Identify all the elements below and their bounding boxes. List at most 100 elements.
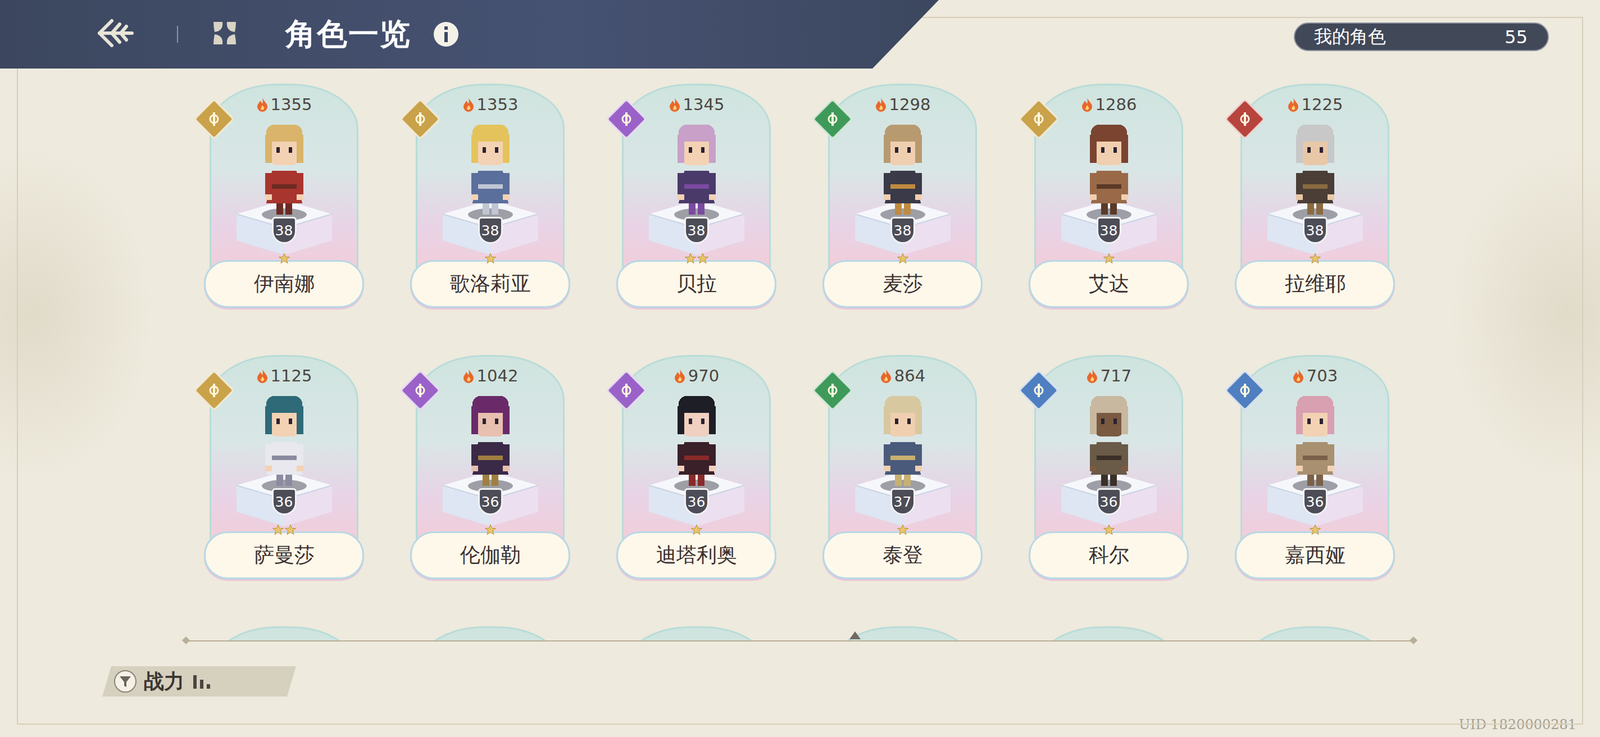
sort-button[interactable]: 战力 xyxy=(102,666,297,697)
title-bar: 角色一览 xyxy=(0,0,939,69)
list-divider xyxy=(186,640,1413,642)
level-value: 37 xyxy=(893,493,912,511)
power-value: 970 xyxy=(688,366,720,386)
power-rating: 1355 xyxy=(256,93,313,116)
character-card[interactable]: 1345 38 贝拉 xyxy=(616,83,777,308)
flame-icon xyxy=(673,368,686,384)
power-rating: 1298 xyxy=(874,93,931,116)
sort-label: 战力 xyxy=(143,667,185,696)
level-value: 36 xyxy=(275,493,294,511)
name-plate: 歌洛莉亚 xyxy=(410,260,571,308)
character-frame: 970 36 xyxy=(621,355,771,547)
character-card[interactable]: 1125 36 萨曼莎 xyxy=(203,355,365,580)
element-icon xyxy=(1031,383,1047,398)
character-card[interactable] xyxy=(1234,626,1395,641)
character-card[interactable] xyxy=(616,626,777,641)
info-button[interactable] xyxy=(432,20,460,48)
flame-icon xyxy=(874,97,888,112)
character-sprite: 36 xyxy=(629,387,765,528)
power-value: 1286 xyxy=(1095,94,1138,115)
name-plate: 嘉西娅 xyxy=(1234,531,1395,580)
character-name: 贝拉 xyxy=(676,270,717,298)
power-rating: 703 xyxy=(1292,364,1338,388)
power-value: 703 xyxy=(1306,366,1338,386)
star-rating xyxy=(1242,252,1388,265)
power-rating: 1353 xyxy=(462,93,519,116)
character-card[interactable] xyxy=(203,626,365,641)
character-sprite: 37 xyxy=(835,387,971,528)
character-name: 伊南娜 xyxy=(253,270,315,298)
power-rating: 970 xyxy=(673,364,720,388)
level-value: 38 xyxy=(1100,222,1118,239)
level-value: 38 xyxy=(1306,222,1325,239)
character-name: 歌洛莉亚 xyxy=(450,270,531,298)
element-icon xyxy=(206,383,222,398)
name-plate: 艾达 xyxy=(1028,260,1189,308)
character-grid: 135538伊南娜135338歌洛莉亚134538贝拉129838麦莎12863… xyxy=(203,83,1600,641)
menu-button[interactable] xyxy=(211,19,239,49)
character-card[interactable] xyxy=(822,626,983,641)
level-badge: 38 xyxy=(684,216,709,244)
power-value: 1355 xyxy=(270,94,313,115)
element-icon xyxy=(619,111,634,127)
character-frame xyxy=(209,626,359,641)
character-sprite: 38 xyxy=(1247,115,1383,257)
level-badge: 38 xyxy=(1302,216,1328,244)
character-card[interactable] xyxy=(1028,626,1189,641)
level-value: 36 xyxy=(687,493,706,511)
level-badge: 36 xyxy=(271,488,297,516)
power-value: 1225 xyxy=(1301,94,1344,115)
character-card[interactable]: 97036迪塔利奥 xyxy=(616,355,777,580)
character-card[interactable] xyxy=(410,626,571,641)
character-name: 麦莎 xyxy=(882,270,924,298)
character-card[interactable]: 135538伊南娜 xyxy=(203,83,365,308)
character-frame: 104236 xyxy=(415,355,565,547)
character-sprite: 36 xyxy=(216,387,352,528)
power-value: 1125 xyxy=(270,366,313,386)
character-frame xyxy=(415,626,565,641)
star-rating xyxy=(1035,252,1182,265)
menu-grid-icon xyxy=(211,19,239,47)
name-plate: 科尔 xyxy=(1028,531,1189,580)
character-name: 拉维耶 xyxy=(1284,270,1346,298)
star-rating xyxy=(211,252,357,265)
flame-icon xyxy=(668,97,681,112)
back-button[interactable] xyxy=(94,16,136,53)
level-value: 38 xyxy=(687,222,706,239)
character-frame: 1225 38 xyxy=(1240,83,1390,275)
character-frame: 703 36 xyxy=(1240,355,1390,547)
info-icon xyxy=(432,20,460,48)
character-card[interactable]: 71736科尔 xyxy=(1028,355,1189,580)
filter-icon xyxy=(113,669,138,694)
star-rating xyxy=(623,524,770,536)
power-rating: 1345 xyxy=(668,93,725,116)
flame-icon xyxy=(1287,97,1300,112)
level-badge: 37 xyxy=(890,488,916,516)
character-sprite: 36 xyxy=(1041,387,1177,528)
power-value: 717 xyxy=(1100,366,1132,386)
flame-icon xyxy=(1085,368,1099,384)
level-value: 36 xyxy=(1306,493,1325,511)
character-frame: 135538 xyxy=(209,83,359,275)
name-plate: 拉维耶 xyxy=(1234,260,1395,308)
level-value: 38 xyxy=(893,222,912,239)
scroll-marker xyxy=(849,631,861,640)
character-card[interactable]: 703 36 嘉西娅 xyxy=(1234,355,1395,580)
character-frame: 1286 38 xyxy=(1034,83,1184,275)
element-icon xyxy=(412,383,428,398)
flame-icon xyxy=(462,97,475,112)
character-card[interactable]: 135338歌洛莉亚 xyxy=(410,83,571,308)
character-card[interactable]: 1225 38 拉维耶 xyxy=(1234,83,1395,308)
character-card[interactable]: 104236伦伽勒 xyxy=(410,355,571,580)
page-title: 角色一览 xyxy=(285,14,412,56)
character-card[interactable]: 1298 38 麦莎 xyxy=(822,83,983,308)
character-frame: 1345 38 xyxy=(621,83,771,275)
counter-label: 我的角色 xyxy=(1314,24,1386,50)
character-card[interactable]: 86437泰登 xyxy=(822,355,983,580)
level-badge: 38 xyxy=(890,216,916,244)
character-name: 艾达 xyxy=(1088,270,1130,298)
character-name: 萨曼莎 xyxy=(253,541,315,570)
power-value: 1298 xyxy=(889,94,931,115)
back-icon xyxy=(94,16,136,50)
character-card[interactable]: 1286 38 艾达 xyxy=(1028,83,1189,308)
